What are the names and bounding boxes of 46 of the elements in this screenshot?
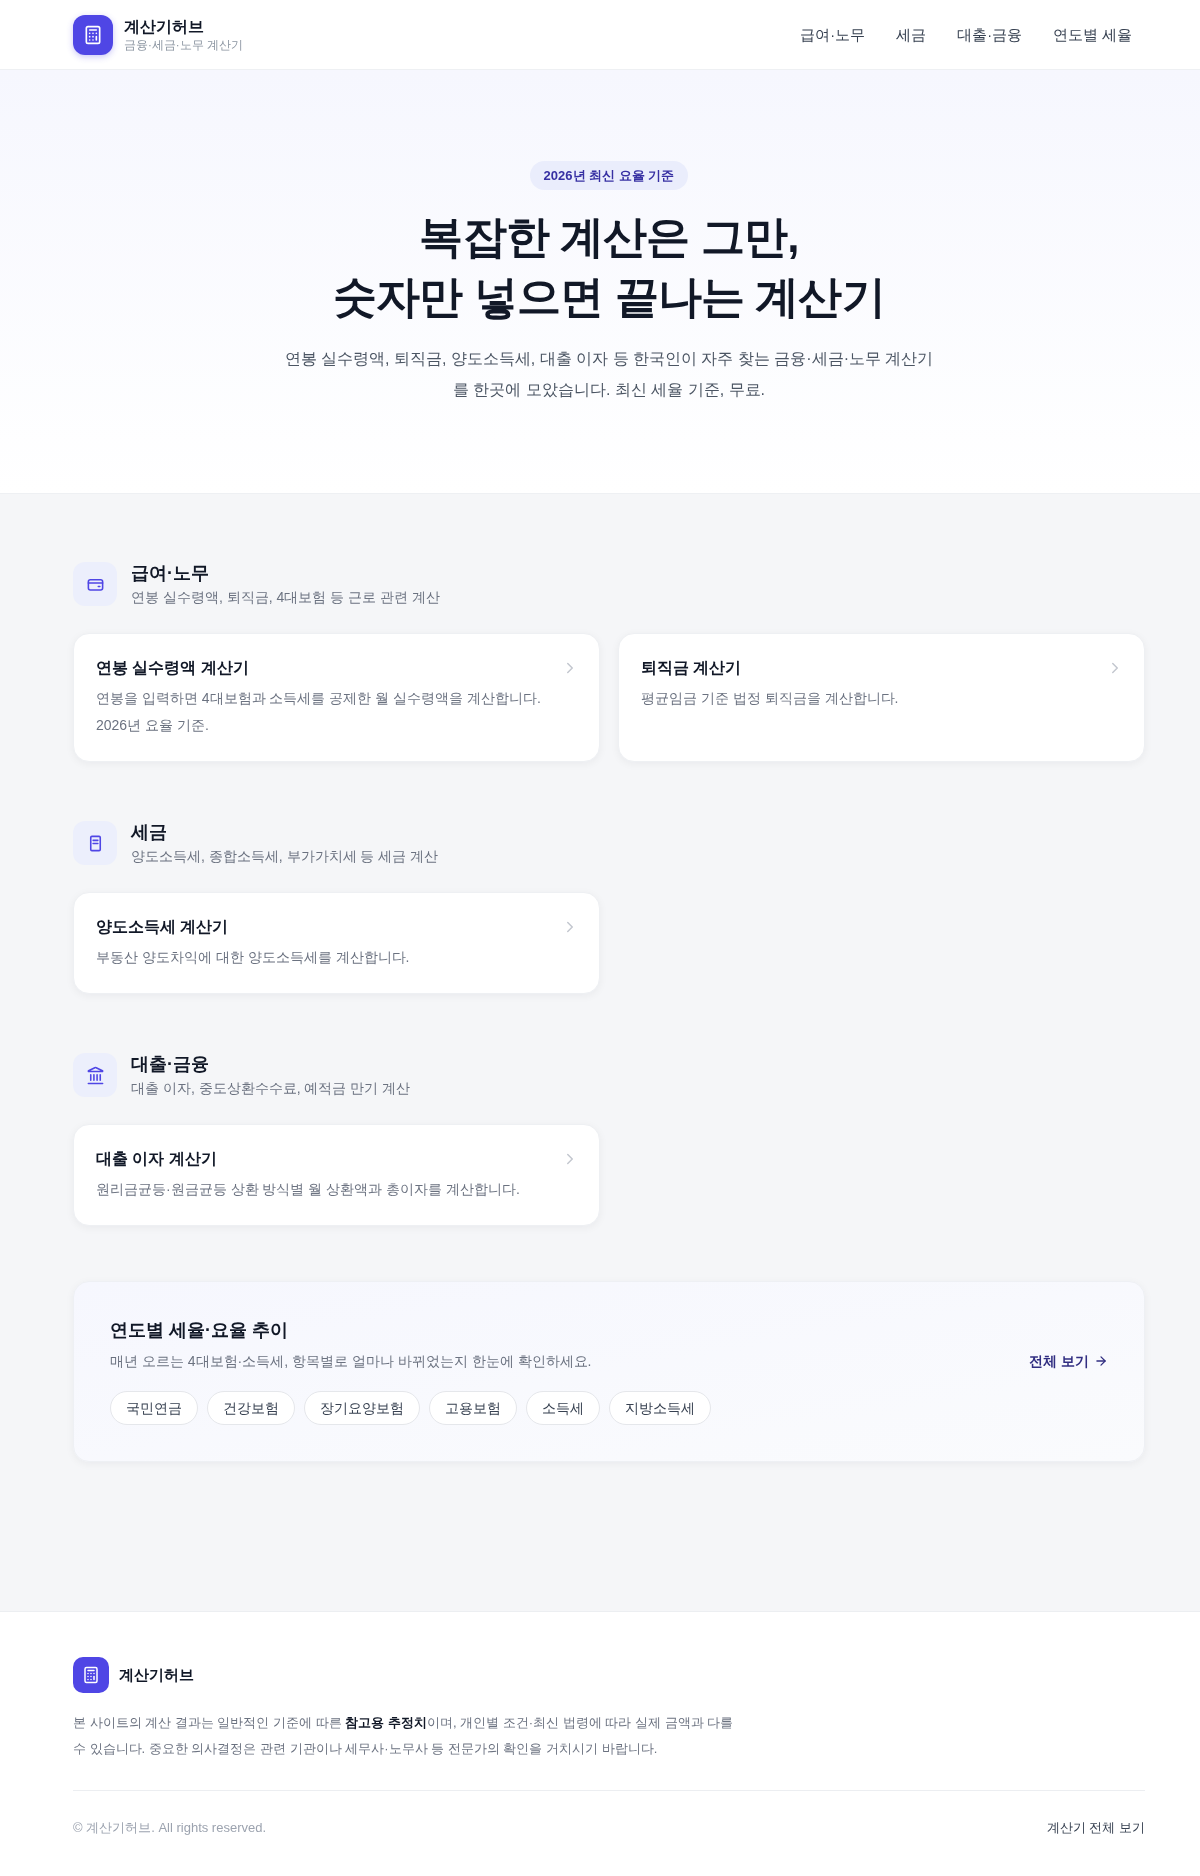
nav-link[interactable]: 연도별 세율: [1052, 24, 1132, 45]
rate-chip[interactable]: 소득세: [526, 1391, 600, 1425]
category-subtitle: 양도소득세, 종합소득세, 부가가치세 등 세금 계산: [131, 847, 439, 866]
bank-icon: [73, 1053, 117, 1097]
rate-chip[interactable]: 장기요양보험: [304, 1391, 420, 1425]
yearly-rates-title: 연도별 세율·요율 추이: [110, 1319, 289, 1342]
calculator-card[interactable]: 대출 이자 계산기 원리금균등·원금균등 상환 방식별 월 상환액과 총이자를 계산합니다.: [73, 1124, 600, 1226]
card-title: 퇴직금 계산기: [641, 658, 743, 678]
site-tagline: 금융·세금·노무 계산기: [124, 37, 243, 53]
card-description: 원리금균등·원금균등 상환 방식별 월 상환액과 총이자를 계산합니다.: [96, 1180, 521, 1199]
calculator-card[interactable]: 연봉 실수령액 계산기 연봉을 입력하면 4대보험과 소득세를 공제한 월 실수령액을 계산합니다. 2026년 요율 기준.: [73, 633, 600, 762]
calculator-icon: [73, 14, 113, 55]
nav-link[interactable]: 세금: [896, 24, 927, 45]
calculator-icon: [73, 1657, 109, 1693]
category-subtitle: 대출 이자, 중도상환수수료, 예적금 만기 계산: [131, 1079, 411, 1098]
hero-heading: 복잡한 계산은 그만, 숫자만 넣으면 끝나는 계산기: [333, 211, 885, 323]
disclaimer-text: 본 사이트의 계산 결과는 일반적인 기준에 따른 참고용 추정치이며, 개인별 조건·최신 법령에 따라 실제 금액과 다를 수 있습니다. 중요한 의사결정은 관련 기관이나 세무사·노무사 등 전문가의 확인을 거치시기 바랍니다.: [73, 1714, 735, 1758]
hero-description: 연봉 실수령액, 퇴직금, 양도소득세, 대출 이자 등 한국인이 자주 찾는 금융·세금·노무 계산기를 한곳에 모았습니다. 최신 세율 기준, 무료.: [283, 349, 935, 400]
card-description: 연봉을 입력하면 4대보험과 소득세를 공제한 월 실수령액을 계산합니다. 2026년 요율 기준.: [96, 689, 542, 735]
nav-link[interactable]: 대출·금융: [957, 24, 1022, 45]
calculator-card[interactable]: 퇴직금 계산기 평균임금 기준 법정 퇴직금을 계산합니다.: [618, 633, 1145, 762]
category-title: 급여·노무: [131, 562, 210, 585]
all-calculators-link[interactable]: 계산기 전체 보기: [1046, 1818, 1145, 1838]
card-title: 연봉 실수령액 계산기: [96, 658, 250, 678]
copyright-text: © 계산기허브. All rights reserved.: [73, 1819, 267, 1837]
rate-chip[interactable]: 지방소득세: [609, 1391, 711, 1425]
card-description: 부동산 양도차익에 대한 양도소득세를 계산합니다.: [96, 948, 411, 967]
card-description: 평균임금 기준 법정 퇴직금을 계산합니다.: [641, 689, 900, 708]
rate-chip[interactable]: 국민연금: [110, 1391, 198, 1425]
category-title: 세금: [131, 821, 168, 844]
category-subtitle: 연봉 실수령액, 퇴직금, 4대보험 등 근로 관련 계산: [131, 588, 440, 607]
calculator-card[interactable]: 양도소득세 계산기 부동산 양도차익에 대한 양도소득세를 계산합니다.: [73, 892, 600, 994]
rate-chip[interactable]: 고용보험: [429, 1391, 517, 1425]
card-title: 양도소득세 계산기: [96, 917, 230, 937]
site-title: 계산기허브: [124, 16, 205, 37]
footer-brand: 계산기허브: [119, 1665, 194, 1685]
hero-badge: 2026년 최신 요율 기준: [529, 161, 689, 190]
view-all-link[interactable]: 전체 보기: [1029, 1350, 1108, 1372]
document-icon: [73, 821, 117, 865]
wallet-icon: [73, 562, 117, 606]
card-title: 대출 이자 계산기: [96, 1149, 218, 1169]
yearly-rates-description: 매년 오르는 4대보험·소득세, 항목별로 얼마나 바뀌었는지 한눈에 확인하세요.: [110, 1352, 592, 1371]
rate-chip[interactable]: 건강보험: [207, 1391, 295, 1425]
category-title: 대출·금융: [131, 1053, 210, 1076]
arrow-right-icon: [1094, 1354, 1108, 1368]
nav-link[interactable]: 급여·노무: [800, 24, 866, 45]
